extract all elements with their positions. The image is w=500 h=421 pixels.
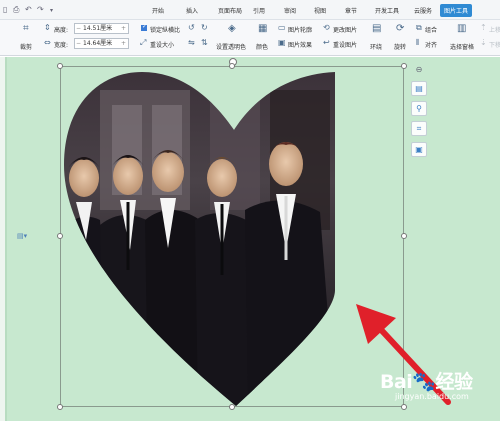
tab-view[interactable]: 视图: [314, 6, 326, 15]
height-decrease-button[interactable]: −: [76, 24, 81, 33]
resize-handle-right[interactable]: [401, 233, 407, 239]
bring-forward-icon[interactable]: ⇡: [480, 24, 487, 32]
height-value: 14.51厘米: [83, 25, 113, 32]
watermark-logo: Bai🐾经验: [380, 371, 473, 393]
resize-handle-top[interactable]: [229, 63, 235, 69]
tab-picture-tools[interactable]: 图片工具: [440, 4, 473, 17]
tab-chapter[interactable]: 章节: [345, 6, 357, 15]
flip-horizontal-icon[interactable]: ⇋: [188, 39, 195, 47]
crop-button-label[interactable]: 裁剪: [20, 42, 32, 51]
rotate-icon[interactable]: ⟳: [396, 24, 404, 34]
resize-handle-bottom[interactable]: [229, 404, 235, 410]
reset-size-icon[interactable]: ⤢: [140, 39, 146, 47]
height-input[interactable]: − 14.51厘米 +: [74, 23, 129, 34]
bring-forward-label[interactable]: 上移: [489, 25, 500, 34]
tab-page-layout[interactable]: 页面布局: [218, 6, 242, 15]
tab-developer[interactable]: 开发工具: [375, 6, 399, 15]
rotate-label[interactable]: 旋转: [394, 42, 406, 51]
width-input[interactable]: − 14.64厘米 +: [74, 38, 129, 49]
lock-ratio-label: 锁定纵横比: [150, 27, 181, 34]
group-label[interactable]: 组合: [425, 25, 437, 34]
resize-handle-bottom-left[interactable]: [57, 404, 63, 410]
transparent-color-icon[interactable]: ◈: [228, 24, 236, 34]
transparent-color-label[interactable]: 设置透明色: [216, 42, 246, 51]
crop-tool-icon[interactable]: ⌗: [411, 121, 427, 136]
save-icon[interactable]: ▯: [3, 5, 7, 14]
resize-handle-top-right[interactable]: [401, 63, 407, 69]
selection-pane-label[interactable]: 选择窗格: [450, 42, 474, 51]
flip-vertical-icon[interactable]: ⇅: [201, 39, 208, 47]
picture-effects-label[interactable]: 图片效果: [288, 40, 312, 49]
ribbon-toolbar: ⌗ 裁剪 ⇕ 高度: − 14.51厘米 + ⇔ 宽度: − 14.64厘米 +…: [0, 20, 500, 56]
color-label[interactable]: 颜色: [256, 42, 268, 51]
quick-access-dropdown-icon[interactable]: ▾: [50, 7, 53, 14]
send-backward-label[interactable]: 下移: [489, 40, 500, 49]
paragraph-anchor-icon[interactable]: ▤▾: [17, 232, 27, 240]
resize-handle-left[interactable]: [57, 233, 63, 239]
reset-picture-icon[interactable]: ↩: [323, 39, 330, 47]
wrap-label[interactable]: 环绕: [370, 42, 382, 51]
resize-handle-top-left[interactable]: [57, 63, 63, 69]
color-icon[interactable]: ▦: [258, 24, 267, 34]
selection-pane-icon[interactable]: ▥: [457, 24, 466, 34]
align-label[interactable]: 对齐: [425, 40, 437, 49]
align-icon[interactable]: ⫴: [416, 39, 419, 47]
width-value: 14.64厘米: [83, 40, 113, 47]
width-increase-button[interactable]: +: [121, 39, 126, 48]
reset-picture-label[interactable]: 重设图片: [333, 40, 357, 49]
height-icon: ⇕: [44, 23, 51, 32]
print-icon[interactable]: ⎙: [13, 5, 19, 15]
menu-bar: ▯ ⎙ ↶ ↷ ▾ 开始 插入 页面布局 引用 审阅 视图 章节 开发工具 云服…: [0, 0, 500, 20]
layout-options-icon[interactable]: ▤: [411, 81, 427, 96]
rotate-right-icon[interactable]: ↻: [201, 24, 208, 32]
crop-icon[interactable]: ⌗: [23, 24, 29, 34]
picture-outline-label[interactable]: 图片轮廓: [288, 25, 312, 34]
height-label: 高度:: [54, 27, 69, 34]
tab-review[interactable]: 审阅: [284, 6, 296, 15]
watermark-url: jingyan.baidu.com: [395, 392, 469, 401]
tab-references[interactable]: 引用: [253, 6, 265, 15]
change-picture-label[interactable]: 更改图片: [333, 25, 357, 34]
picture-settings-icon[interactable]: ▣: [411, 142, 427, 157]
tab-insert[interactable]: 插入: [186, 6, 198, 15]
collapse-icon[interactable]: ⊖: [411, 66, 427, 75]
width-decrease-button[interactable]: −: [76, 39, 81, 48]
lock-ratio-checkbox[interactable]: [141, 23, 147, 31]
zoom-icon[interactable]: ⚲: [411, 101, 427, 116]
picture-outline-icon[interactable]: ▭: [278, 24, 286, 32]
undo-icon[interactable]: ↶: [25, 5, 32, 14]
tab-home[interactable]: 开始: [152, 6, 164, 15]
width-icon: ⇔: [44, 38, 51, 47]
reset-size-label[interactable]: 重设大小: [150, 40, 174, 49]
redo-icon[interactable]: ↷: [37, 5, 44, 14]
height-increase-button[interactable]: +: [121, 24, 126, 33]
change-picture-icon[interactable]: ⟲: [323, 24, 330, 32]
group-icon[interactable]: ⧉: [416, 24, 422, 32]
rotate-left-icon[interactable]: ↺: [188, 24, 195, 32]
picture-effects-icon[interactable]: ▣: [278, 39, 286, 47]
wrap-text-icon[interactable]: ▤: [372, 24, 381, 34]
width-label: 宽度:: [54, 42, 69, 49]
tab-cloud[interactable]: 云服务: [414, 6, 432, 15]
document-edge: [5, 57, 7, 421]
send-backward-icon[interactable]: ⇣: [480, 39, 487, 47]
